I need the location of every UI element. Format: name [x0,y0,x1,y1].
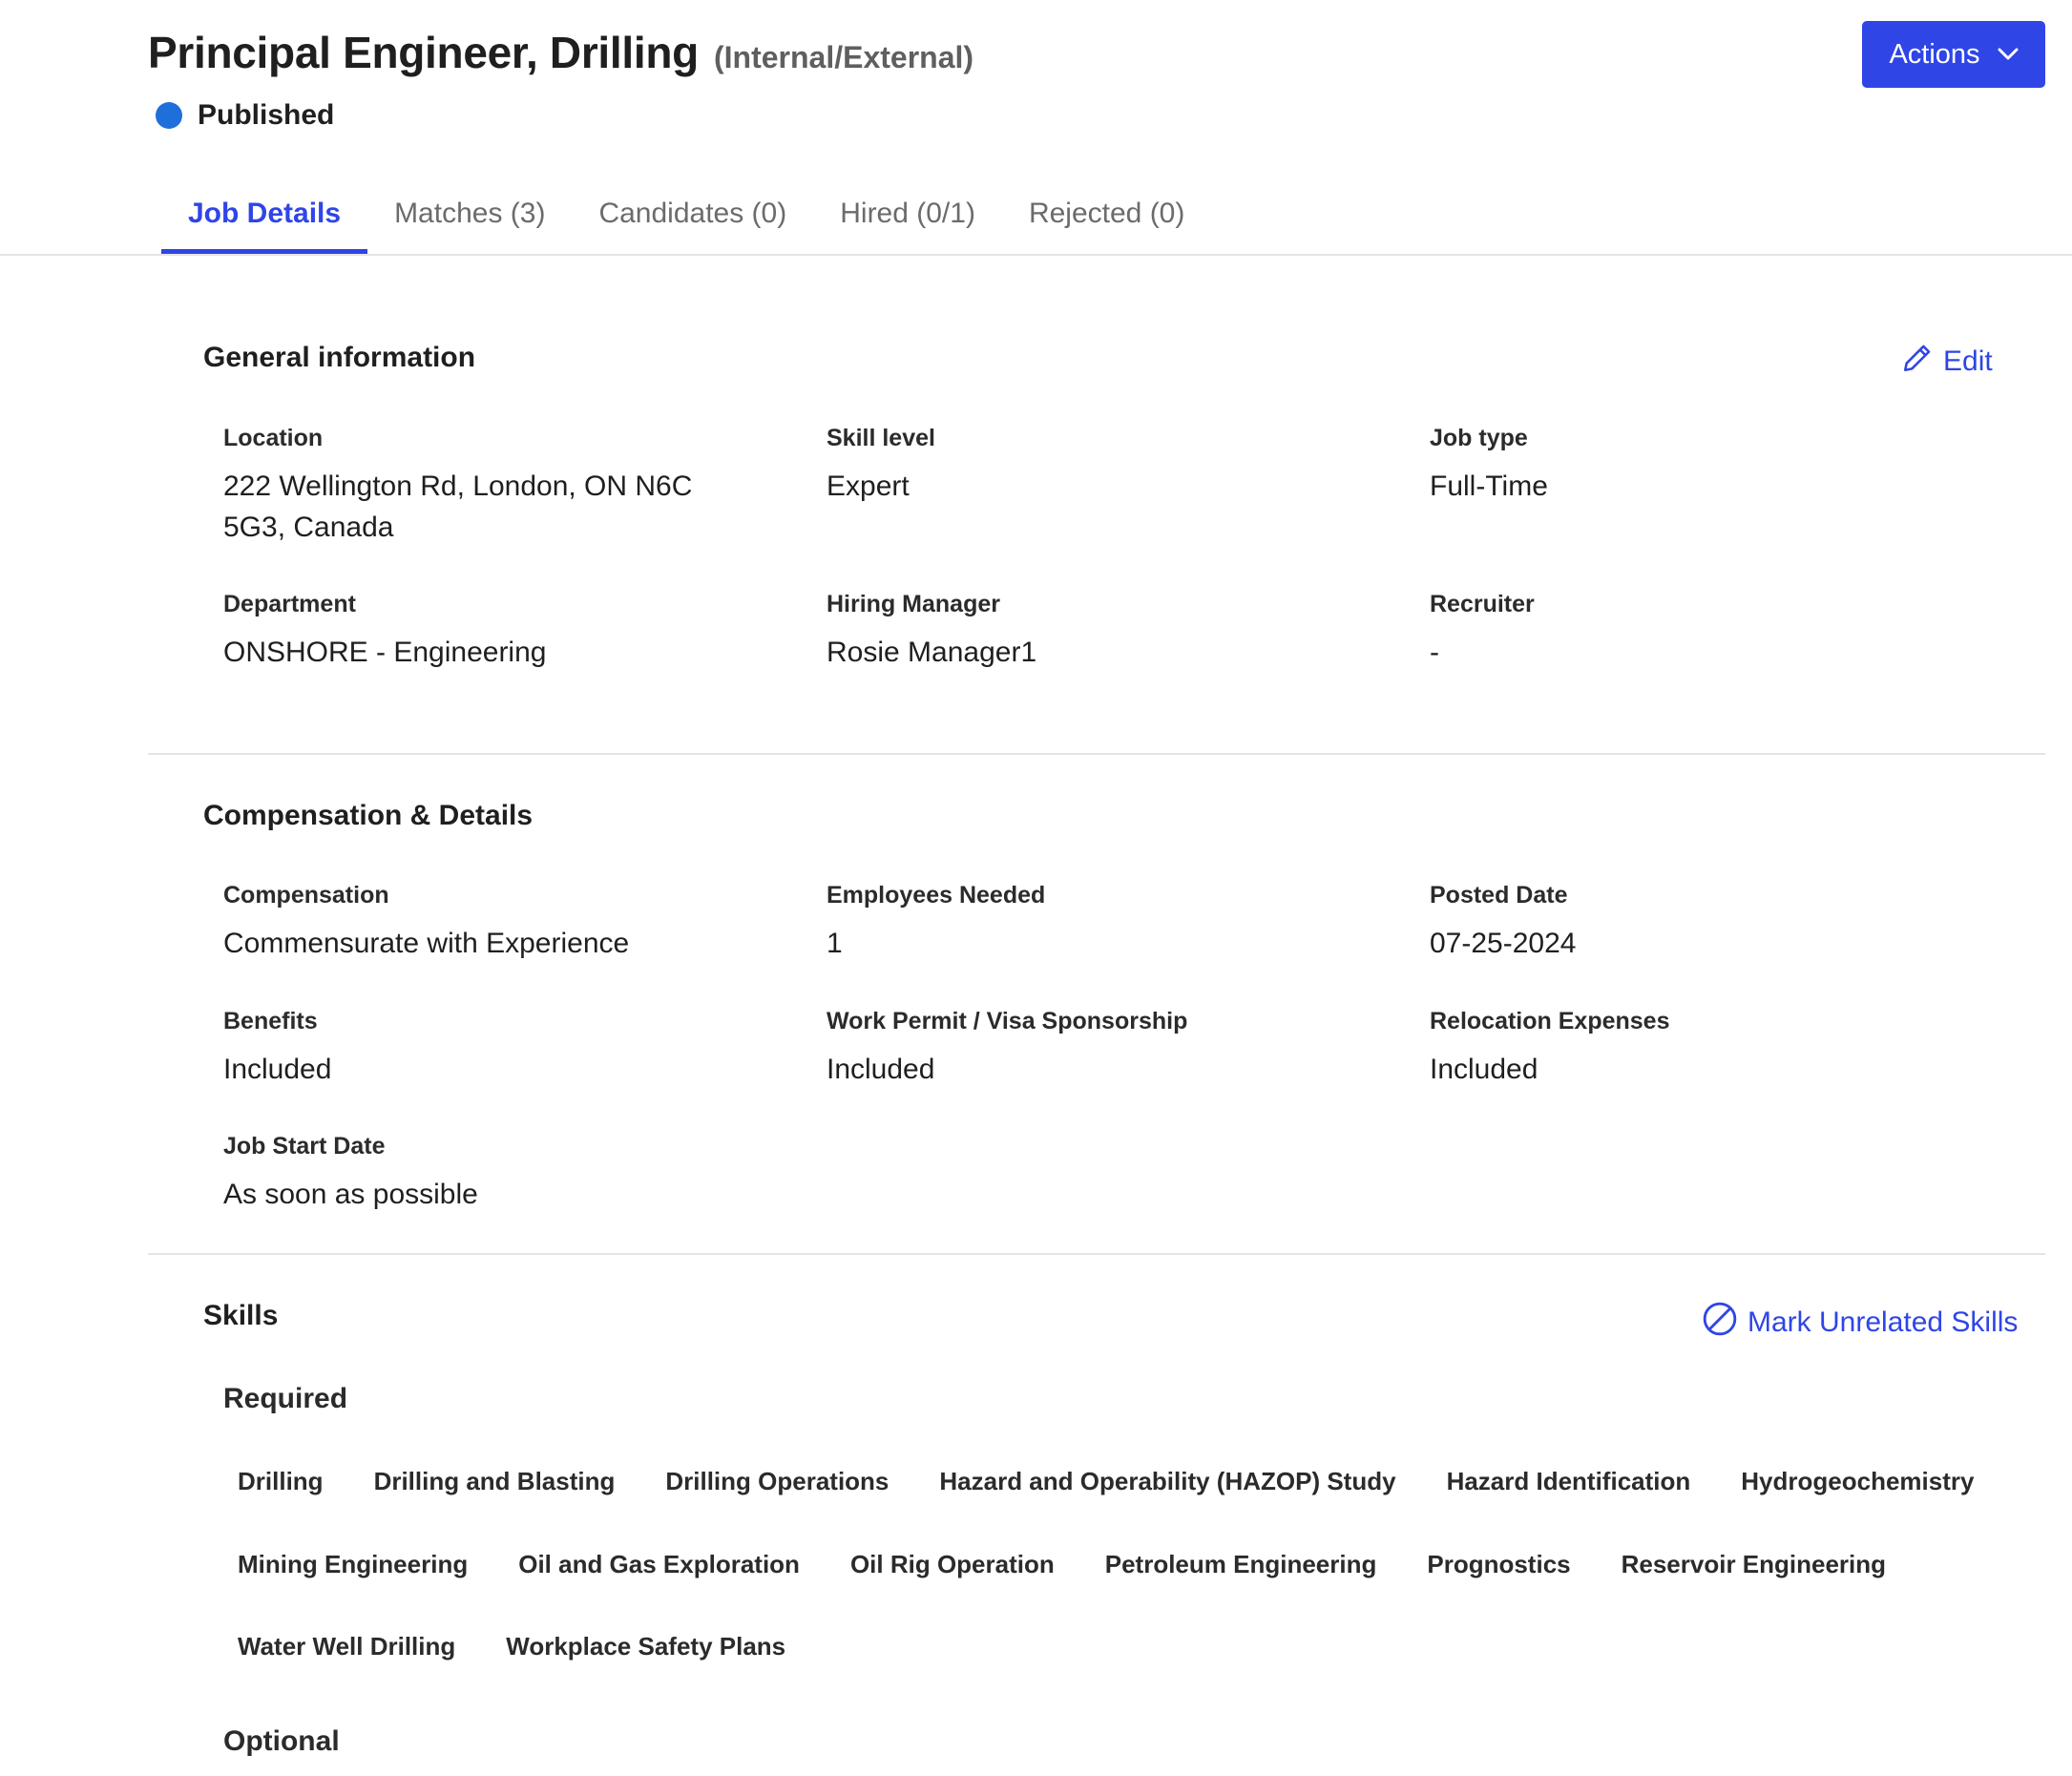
job-details-page: Principal Engineer, Drilling (Internal/E… [0,0,2072,1776]
job-visibility: (Internal/External) [713,40,974,74]
skill-chip[interactable]: Petroleum Engineering [1091,1539,1392,1589]
field-label: Job type [1430,425,1528,451]
field-recruiter: Recruiter - [1430,591,1964,673]
field-relocation-expenses: Relocation Expenses Included [1430,1008,1964,1090]
field-value: 222 Wellington Rd, London, ON N6C 5G3, C… [223,470,693,543]
field-value: Rosie Manager1 [827,637,1037,668]
field-label: Recruiter [1430,591,1535,617]
skill-chip[interactable]: Drilling Operations [651,1456,903,1506]
job-title: Principal Engineer, Drilling [148,28,699,77]
field-posted-date: Posted Date 07-25-2024 [1430,882,1964,964]
skills-row: Water Well Drilling Workplace Safety Pla… [223,1621,822,1671]
job-header: Principal Engineer, Drilling (Internal/E… [148,27,2045,141]
field-label: Skill level [827,425,935,451]
field-label: Relocation Expenses [1430,1008,1670,1034]
skill-chip[interactable]: Workplace Safety Plans [492,1621,800,1671]
field-label: Job Start Date [223,1133,386,1160]
skill-chip[interactable]: Drilling [223,1456,338,1506]
required-skills-heading: Required [223,1383,348,1414]
skill-chip[interactable]: Oil and Gas Exploration [504,1539,814,1589]
section-divider [148,1253,2045,1255]
field-value: Full-Time [1430,470,1548,502]
section-divider [148,753,2045,755]
mark-unrelated-skills-button[interactable]: Mark Unrelated Skills [1702,1301,2018,1345]
field-value: Expert [827,470,910,502]
actions-button-label: Actions [1889,38,1980,70]
skill-chip[interactable]: Hazard Identification [1433,1456,1706,1506]
skill-chip[interactable]: Oil Rig Operation [836,1539,1069,1589]
tab-bar: Job Details Matches (3) Candidates (0) H… [161,174,1211,254]
tab-matches[interactable]: Matches (3) [367,174,572,254]
chevron-down-icon [1998,48,2019,61]
skill-chip[interactable]: Water Well Drilling [223,1621,470,1671]
tab-rejected[interactable]: Rejected (0) [1002,174,1211,254]
field-label: Posted Date [1430,882,1568,909]
general-information-title: General information [203,342,476,373]
tab-bar-divider [0,254,2072,256]
skill-chip[interactable]: Drilling and Blasting [360,1456,630,1506]
mark-unrelated-skills-label: Mark Unrelated Skills [1748,1306,2019,1338]
field-job-type: Job type Full-Time [1430,425,1964,507]
skills-title: Skills [203,1300,279,1331]
skills-row: Mining Engineering Oil and Gas Explorati… [223,1539,1922,1589]
field-benefits: Benefits Included [223,1008,758,1090]
status-dot-icon [156,102,182,129]
field-compensation: Compensation Commensurate with Experienc… [223,882,758,964]
field-label: Work Permit / Visa Sponsorship [827,1008,1188,1034]
field-value: 1 [827,928,843,959]
edit-button[interactable]: Edit [1901,342,1993,382]
field-location: Location 222 Wellington Rd, London, ON N… [223,425,758,548]
field-work-permit: Work Permit / Visa Sponsorship Included [827,1008,1361,1090]
tab-hired[interactable]: Hired (0/1) [813,174,1002,254]
field-department: Department ONSHORE - Engineering [223,591,758,673]
field-label: Location [223,425,324,451]
field-value: 07-25-2024 [1430,928,1577,959]
field-hiring-manager: Hiring Manager Rosie Manager1 [827,591,1361,673]
skill-chip[interactable]: Reservoir Engineering [1607,1539,1900,1589]
optional-skills-heading: Optional [223,1725,340,1757]
skill-chip[interactable]: Mining Engineering [223,1539,482,1589]
skill-chip[interactable]: Hazard and Operability (HAZOP) Study [925,1456,1410,1506]
status-label: Published [198,99,335,131]
field-label: Employees Needed [827,882,1046,909]
block-icon [1702,1301,1738,1345]
compensation-title: Compensation & Details [203,800,534,831]
field-job-start-date: Job Start Date As soon as possible [223,1133,758,1215]
field-label: Compensation [223,882,389,909]
field-label: Department [223,591,356,617]
tab-candidates[interactable]: Candidates (0) [572,174,813,254]
actions-button[interactable]: Actions [1862,21,2045,88]
field-label: Hiring Manager [827,591,1000,617]
title-row: Principal Engineer, Drilling (Internal/E… [148,27,2045,78]
skills-row: Drilling Drilling and Blasting Drilling … [223,1456,2010,1506]
field-label: Benefits [223,1008,318,1034]
field-value: - [1430,637,1439,668]
pencil-icon [1901,342,1934,382]
field-value: Included [827,1054,935,1085]
field-value: As soon as possible [223,1179,478,1210]
edit-label: Edit [1943,345,1993,377]
status-row: Published [156,99,2045,132]
field-employees-needed: Employees Needed 1 [827,882,1361,964]
tab-job-details[interactable]: Job Details [161,174,368,254]
skill-chip[interactable]: Prognostics [1413,1539,1584,1589]
field-value: Included [223,1054,332,1085]
field-skill-level: Skill level Expert [827,425,1361,507]
field-value: Commensurate with Experience [223,928,630,959]
field-value: Included [1430,1054,1538,1085]
skill-chip[interactable]: Hydrogeochemistry [1727,1456,1988,1506]
field-value: ONSHORE - Engineering [223,637,547,668]
